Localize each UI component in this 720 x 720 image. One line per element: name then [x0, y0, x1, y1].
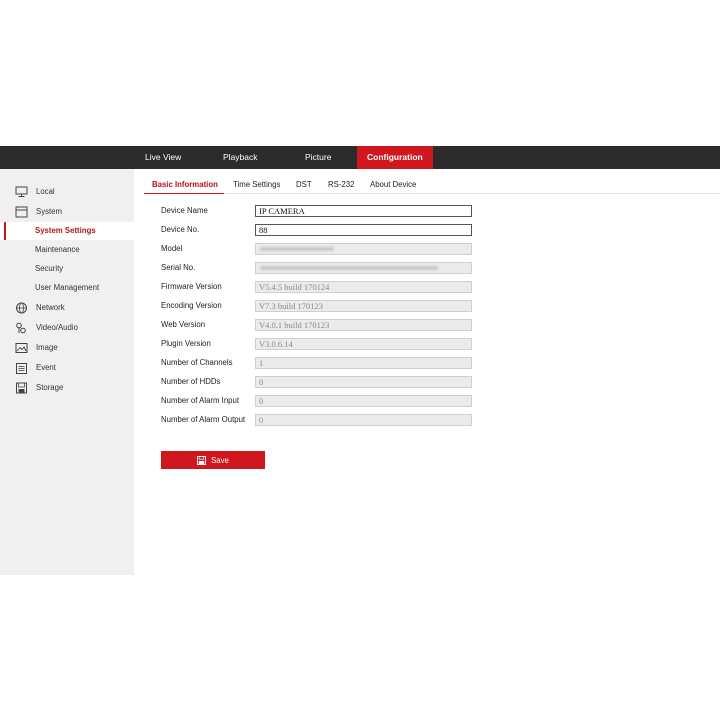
number-of-alarm-output-field: [255, 414, 472, 426]
row-number-of-channels: Number of Channels: [161, 357, 481, 371]
encoding-version-label: Encoding Version: [161, 301, 222, 310]
row-firmware-version: Firmware Version: [161, 281, 481, 295]
tab-divider: [224, 193, 720, 194]
model-field: [255, 243, 472, 255]
image-icon: [15, 343, 28, 353]
number-of-hdds-field: [255, 376, 472, 388]
sidebar-item-label: Maintenance: [35, 245, 80, 254]
event-icon: [16, 363, 27, 374]
tab-basic-information[interactable]: Basic Information: [152, 180, 218, 189]
row-web-version: Web Version: [161, 319, 481, 333]
device-name-field[interactable]: [255, 205, 472, 217]
sidebar-item-label: System: [36, 207, 62, 216]
row-serial-no: Serial No.: [161, 262, 481, 276]
monitor-icon: [15, 186, 28, 197]
sidebar-item-label: Image: [36, 343, 58, 352]
web-version-field: [255, 319, 472, 331]
row-number-of-hdds: Number of HDDs: [161, 376, 481, 390]
number-of-channels-label: Number of Channels: [161, 358, 233, 367]
nav-picture[interactable]: Picture: [305, 146, 331, 169]
video-audio-icon: [16, 322, 26, 334]
redacted-value: [260, 266, 438, 270]
sidebar-item-video-audio[interactable]: Video/Audio: [0, 319, 134, 337]
tab-rs232[interactable]: RS-232: [328, 180, 354, 189]
sidebar-item-event[interactable]: Event: [0, 359, 134, 377]
save-button-label: Save: [211, 455, 229, 465]
sidebar-item-system[interactable]: System: [0, 203, 134, 221]
row-model: Model: [161, 243, 481, 257]
top-nav-bar: Live View Playback Picture Configuration: [0, 146, 720, 169]
save-icon: [197, 455, 207, 465]
sidebar-item-label: User Management: [35, 283, 100, 292]
sub-tab-bar: Basic Information Time Settings DST RS-2…: [134, 169, 720, 194]
number-of-alarm-input-field: [255, 395, 472, 407]
sidebar-item-user-management[interactable]: User Management: [0, 279, 134, 297]
number-of-alarm-output-label: Number of Alarm Output: [161, 415, 246, 424]
tab-about-device[interactable]: About Device: [370, 180, 416, 189]
row-number-of-alarm-input: Number of Alarm Input: [161, 395, 481, 409]
sidebar-item-maintenance[interactable]: Maintenance: [0, 241, 134, 259]
active-tab-indicator: [144, 193, 224, 194]
device-no-field[interactable]: [255, 224, 472, 236]
device-no-label: Device No.: [161, 225, 200, 234]
globe-icon: [16, 302, 27, 314]
row-encoding-version: Encoding Version: [161, 300, 481, 314]
number-of-hdds-label: Number of HDDs: [161, 377, 221, 386]
number-of-channels-field: [255, 357, 472, 369]
system-icon: [15, 206, 28, 218]
storage-icon: [16, 382, 27, 394]
row-device-name: Device Name: [161, 205, 481, 219]
sidebar-item-label: Video/Audio: [36, 323, 78, 332]
firmware-version-field: [255, 281, 472, 293]
serial-no-field: [255, 262, 472, 274]
model-label: Model: [161, 244, 183, 253]
serial-no-label: Serial No.: [161, 263, 196, 272]
sidebar: Local System System Settings Maintenance…: [0, 169, 134, 575]
row-number-of-alarm-output: Number of Alarm Output: [161, 414, 481, 428]
sidebar-item-security[interactable]: Security: [0, 260, 134, 278]
nav-playback[interactable]: Playback: [223, 146, 258, 169]
web-version-label: Web Version: [161, 320, 206, 329]
row-device-no: Device No.: [161, 224, 481, 238]
tab-time-settings[interactable]: Time Settings: [233, 180, 280, 189]
encoding-version-field: [255, 300, 472, 312]
sidebar-item-label: Security: [35, 264, 64, 273]
sidebar-item-image[interactable]: Image: [0, 339, 134, 357]
sidebar-item-label: Event: [36, 363, 56, 372]
save-button[interactable]: Save: [161, 451, 265, 469]
sidebar-item-network[interactable]: Network: [0, 299, 134, 317]
device-name-label: Device Name: [161, 206, 208, 215]
firmware-version-label: Firmware Version: [161, 282, 222, 291]
row-plugin-version: Plugin Version: [161, 338, 481, 352]
sidebar-item-label: Network: [36, 303, 65, 312]
sidebar-item-local[interactable]: Local: [0, 183, 134, 201]
plugin-version-label: Plugin Version: [161, 339, 211, 348]
sidebar-item-system-settings[interactable]: System Settings: [0, 222, 134, 240]
plugin-version-field: [255, 338, 472, 350]
redacted-value: [260, 247, 334, 251]
tab-dst[interactable]: DST: [296, 180, 312, 189]
number-of-alarm-input-label: Number of Alarm Input: [161, 396, 240, 405]
sidebar-item-label: Storage: [36, 383, 64, 392]
sidebar-item-label: System Settings: [35, 226, 96, 235]
nav-live-view[interactable]: Live View: [145, 146, 181, 169]
sidebar-item-label: Local: [36, 187, 55, 196]
sidebar-item-storage[interactable]: Storage: [0, 379, 134, 397]
nav-configuration[interactable]: Configuration: [357, 146, 433, 169]
